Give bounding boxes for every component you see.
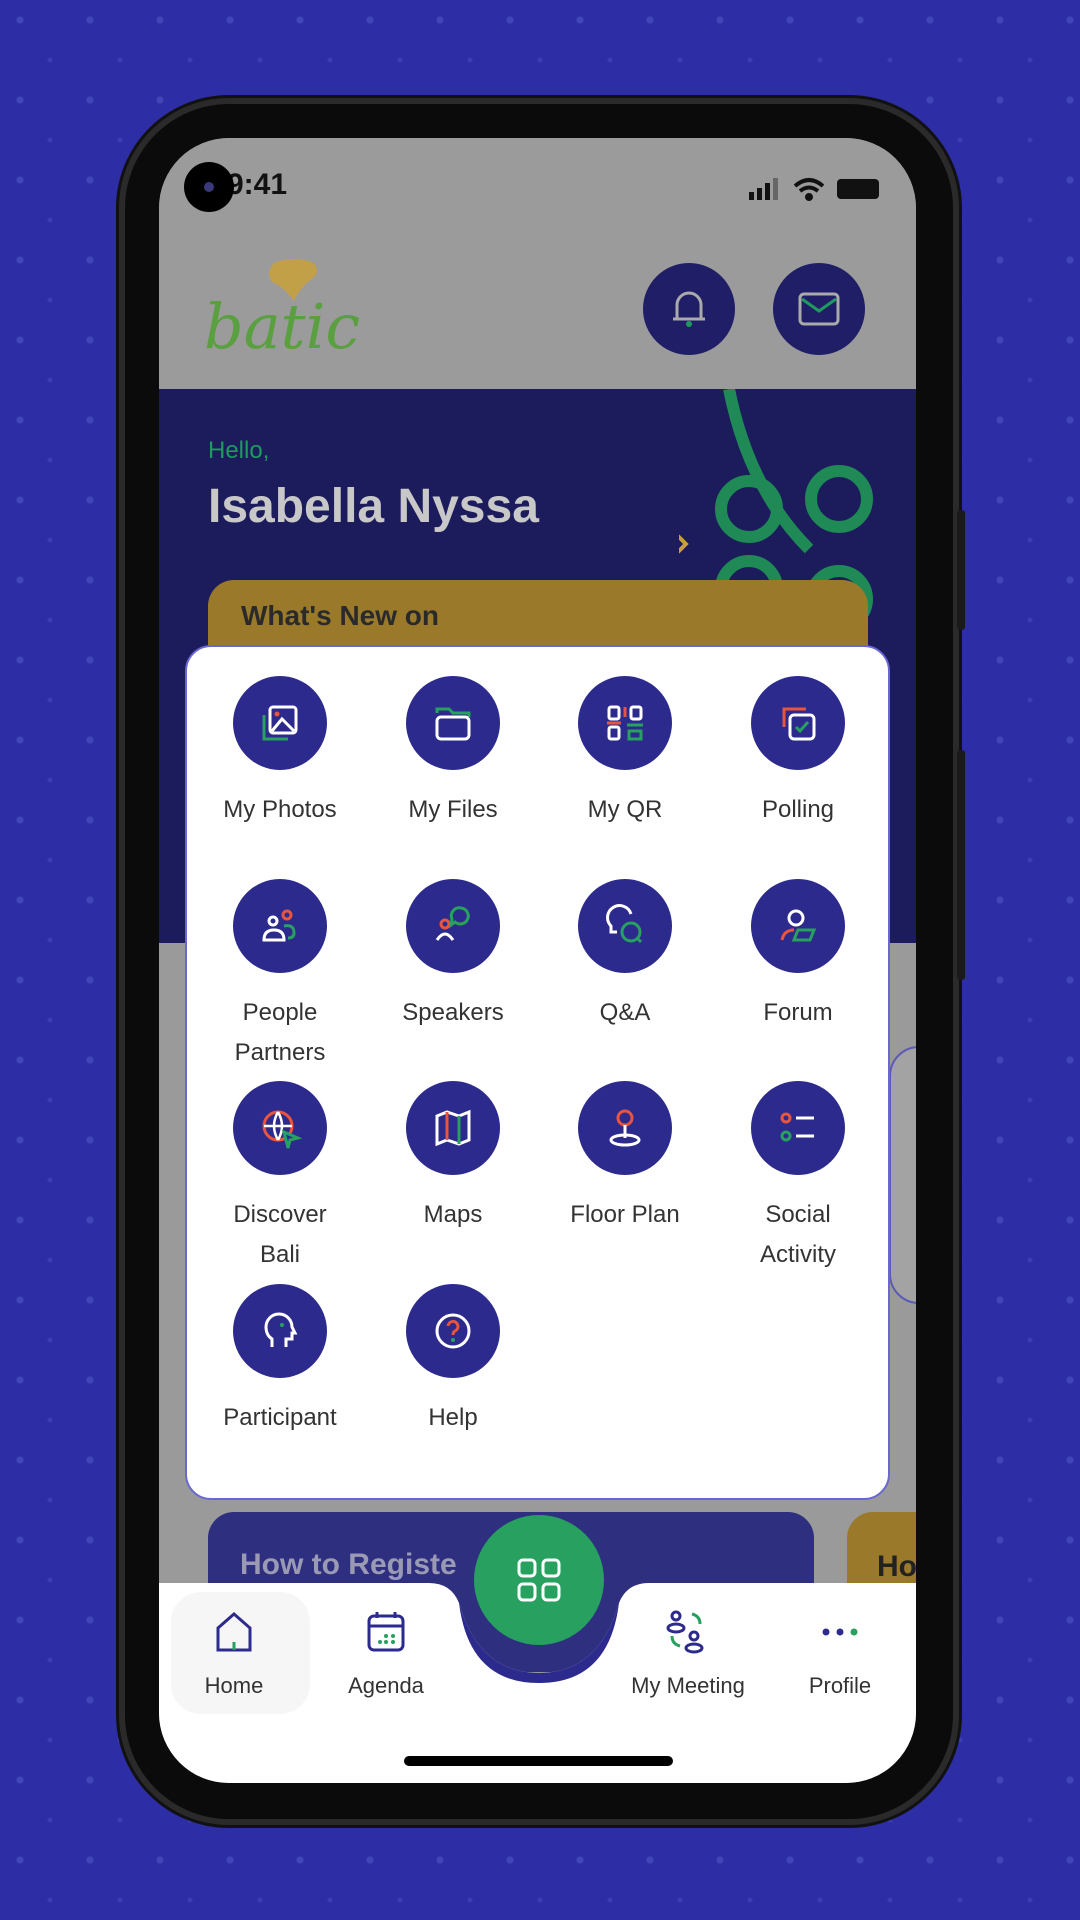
- globe-icon: [262, 1110, 302, 1149]
- menu-item-label: Maps: [423, 1201, 483, 1228]
- map-icon: [435, 1109, 471, 1147]
- menu-item-label: Help: [428, 1404, 478, 1431]
- nav-my-meeting[interactable]: My Meeting: [618, 1608, 758, 1699]
- home-indicator[interactable]: [404, 1756, 673, 1766]
- menu-item-label: Q&A: [599, 999, 651, 1026]
- status-time: 9:41: [227, 168, 288, 201]
- app-screen: 9:41 batic Hello, Isabella Nyssa What's …: [159, 138, 916, 1783]
- meeting-icon: [666, 1610, 704, 1654]
- battery-icon: [837, 179, 879, 199]
- menu-item-label: Participant: [223, 1404, 337, 1431]
- batic-logo: batic: [204, 259, 360, 363]
- menu-item-label: Activity: [759, 1241, 836, 1268]
- bell-icon: [673, 291, 705, 327]
- list-icon: [780, 1112, 814, 1142]
- menu-item-label: Partners: [234, 1039, 326, 1066]
- menu-item-label: Discover: [233, 1201, 327, 1228]
- menu-item-label: Bali: [259, 1241, 301, 1268]
- more-icon: [822, 1628, 858, 1636]
- nav-agenda[interactable]: Agenda: [316, 1608, 456, 1699]
- nav-home[interactable]: Home: [164, 1608, 304, 1699]
- menu-item-people-partners[interactable]: People Partners: [195, 879, 365, 1073]
- folder-icon: [435, 707, 471, 741]
- participant-icon: [264, 1312, 298, 1347]
- menu-item-polling[interactable]: Polling: [713, 676, 883, 830]
- nav-label: Home: [204, 1673, 264, 1698]
- camera-cutout: [184, 162, 234, 212]
- nav-label: Agenda: [348, 1673, 424, 1698]
- phone-side-button: [957, 510, 965, 630]
- nav-label: Profile: [808, 1673, 872, 1698]
- status-icons: [749, 178, 879, 201]
- peek-card[interactable]: [889, 1046, 916, 1304]
- nav-label: My Meeting: [631, 1673, 745, 1698]
- forum-icon: [780, 909, 817, 942]
- menu-item-label: My QR: [587, 796, 663, 823]
- menu-item-speakers[interactable]: Speakers: [368, 879, 538, 1033]
- menu-item-maps[interactable]: Maps: [368, 1081, 538, 1235]
- menu-item-label: People: [242, 999, 318, 1026]
- svg-text:batic: batic: [204, 290, 360, 363]
- menu-item-label: Speakers: [402, 999, 504, 1026]
- how-to-register-title: How to Registe: [240, 1548, 457, 1581]
- menu-item-qa[interactable]: Q&A: [540, 879, 710, 1033]
- menu-item-label: Forum: [763, 999, 833, 1026]
- user-name: Isabella Nyssa: [208, 480, 539, 533]
- grid-icon: [517, 1558, 561, 1602]
- wifi-icon: [793, 178, 825, 201]
- phone-side-button: [957, 750, 965, 980]
- mail-icon: [798, 292, 840, 326]
- menu-item-label: My Photos: [223, 796, 337, 823]
- menu-item-social-activity[interactable]: Social Activity: [713, 1081, 883, 1275]
- menu-item-forum[interactable]: Forum: [713, 879, 883, 1033]
- qr-icon: [607, 705, 643, 741]
- menu-item-label: Polling: [761, 796, 835, 823]
- polling-icon: [782, 707, 816, 741]
- menu-item-label: Social: [765, 1201, 831, 1228]
- menu-item-my-qr[interactable]: My QR: [540, 676, 710, 830]
- messages-button[interactable]: [773, 263, 865, 355]
- menu-item-label: Floor Plan: [570, 1201, 680, 1228]
- whats-new-title: What's New on: [241, 600, 439, 631]
- nav-profile[interactable]: Profile: [770, 1608, 910, 1699]
- features-menu-popup: My Photos My Files My QR Polling People P…: [185, 645, 890, 1500]
- menu-item-label: My Files: [408, 796, 498, 823]
- menu-item-help[interactable]: Help: [368, 1284, 538, 1438]
- menu-item-my-photos[interactable]: My Photos: [195, 676, 365, 830]
- menu-item-participant[interactable]: Participant: [195, 1284, 365, 1438]
- menu-item-floor-plan[interactable]: Floor Plan: [540, 1081, 710, 1235]
- greeting-text: Hello,: [208, 437, 270, 464]
- notifications-button[interactable]: [643, 263, 735, 355]
- people-icon: [262, 909, 296, 942]
- home-icon: [216, 1612, 252, 1652]
- calendar-icon: [367, 1612, 405, 1652]
- next-info-title: Ho: [877, 1550, 916, 1583]
- menu-item-discover-bali[interactable]: Discover Bali: [195, 1081, 365, 1275]
- features-menu-button[interactable]: [474, 1515, 604, 1645]
- signal-icon: [749, 178, 778, 200]
- qa-icon: [606, 904, 643, 944]
- menu-item-my-files[interactable]: My Files: [368, 676, 538, 830]
- pin-icon: [609, 1109, 641, 1147]
- help-icon: [435, 1313, 471, 1349]
- photos-icon: [262, 705, 298, 741]
- speakers-icon: [435, 906, 470, 941]
